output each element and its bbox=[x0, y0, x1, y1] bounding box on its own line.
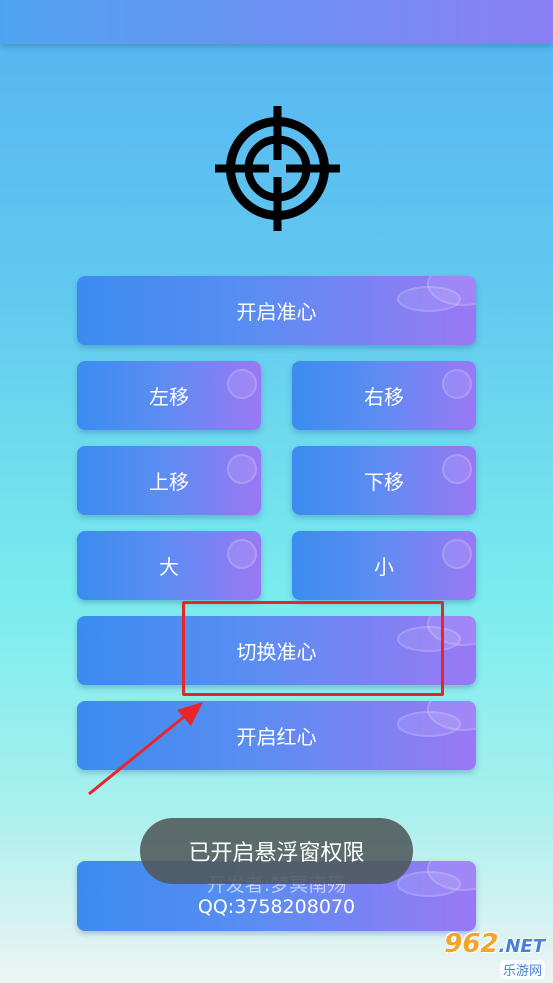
bigger-button[interactable]: 大 bbox=[77, 531, 261, 600]
move-down-label: 下移 bbox=[364, 470, 404, 494]
toast-message: 已开启悬浮窗权限 bbox=[140, 818, 413, 884]
bigger-label: 大 bbox=[159, 555, 179, 579]
developer-qq: QQ:3758208070 bbox=[197, 896, 356, 918]
crosshair-icon bbox=[215, 106, 340, 231]
move-left-button[interactable]: 左移 bbox=[77, 361, 261, 430]
open-red-dot-label: 开启红心 bbox=[236, 725, 317, 749]
watermark-subtitle: 乐游网 bbox=[499, 960, 545, 979]
smaller-button[interactable]: 小 bbox=[292, 531, 476, 600]
watermark: 962.NET 乐游网 bbox=[407, 931, 545, 979]
highlight-box bbox=[182, 601, 444, 696]
move-right-label: 右移 bbox=[364, 385, 404, 409]
open-crosshair-label: 开启准心 bbox=[236, 300, 317, 324]
move-up-button[interactable]: 上移 bbox=[77, 446, 261, 515]
status-bar bbox=[0, 0, 553, 44]
move-down-button[interactable]: 下移 bbox=[292, 446, 476, 515]
move-left-label: 左移 bbox=[149, 385, 189, 409]
watermark-logo: 962.NET bbox=[444, 929, 545, 959]
annotation-arrow bbox=[88, 702, 203, 796]
open-crosshair-button[interactable]: 开启准心 bbox=[77, 276, 476, 345]
move-up-label: 上移 bbox=[149, 470, 189, 494]
move-right-button[interactable]: 右移 bbox=[292, 361, 476, 430]
smaller-label: 小 bbox=[374, 555, 394, 579]
